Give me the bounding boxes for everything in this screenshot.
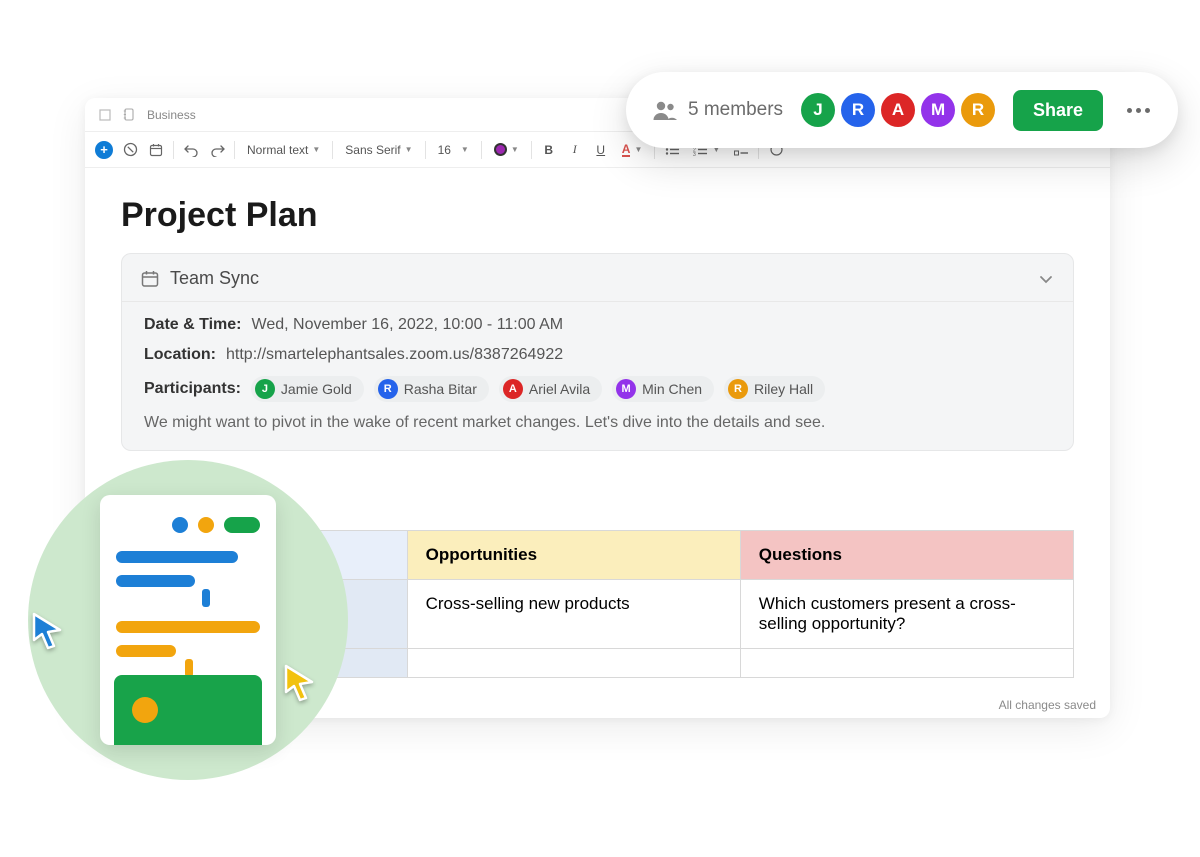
calendar-icon bbox=[140, 269, 160, 289]
avatar: R bbox=[728, 379, 748, 399]
avatar[interactable]: A bbox=[881, 93, 915, 127]
underline-button[interactable]: U bbox=[592, 139, 610, 161]
cursor-icon bbox=[28, 610, 66, 648]
date-label: Date & Time: bbox=[144, 316, 242, 334]
decorative-badge bbox=[28, 460, 348, 780]
breadcrumb-notebook[interactable]: Business bbox=[147, 108, 196, 122]
participant-chip[interactable]: AAriel Avila bbox=[499, 376, 602, 402]
avatar-row: J R A M R bbox=[801, 93, 995, 127]
members-count: 5 members bbox=[688, 99, 783, 121]
redo-icon[interactable] bbox=[208, 139, 226, 161]
cell-questions[interactable]: Which customers present a cross-selling … bbox=[740, 580, 1073, 649]
italic-button[interactable]: I bbox=[566, 139, 584, 161]
avatar: A bbox=[503, 379, 523, 399]
text-color-select[interactable]: ▼ bbox=[490, 143, 523, 156]
avatar[interactable]: M bbox=[921, 93, 955, 127]
avatar[interactable]: J bbox=[801, 93, 835, 127]
paragraph-style-select[interactable]: Normal text▼ bbox=[243, 143, 324, 157]
cursor-icon bbox=[280, 662, 318, 700]
svg-text:3: 3 bbox=[693, 152, 696, 156]
font-family-select[interactable]: Sans Serif▼ bbox=[341, 143, 416, 157]
participant-chip[interactable]: RRiley Hall bbox=[724, 376, 825, 402]
people-icon bbox=[652, 99, 678, 121]
avatar[interactable]: R bbox=[961, 93, 995, 127]
participant-chip[interactable]: JJamie Gold bbox=[251, 376, 364, 402]
avatar[interactable]: R bbox=[841, 93, 875, 127]
location-label: Location: bbox=[144, 346, 216, 364]
event-title[interactable]: Team Sync bbox=[170, 268, 259, 289]
save-status: All changes saved bbox=[999, 698, 1096, 712]
date-value: Wed, November 16, 2022, 10:00 - 11:00 AM bbox=[252, 316, 564, 334]
notebook-icon bbox=[123, 108, 137, 122]
event-note[interactable]: We might want to pivot in the wake of re… bbox=[144, 414, 1051, 432]
bold-button[interactable]: B bbox=[540, 139, 558, 161]
font-size-select[interactable]: 16▼ bbox=[434, 143, 473, 157]
share-button[interactable]: Share bbox=[1013, 90, 1103, 131]
more-options-icon[interactable] bbox=[1121, 102, 1156, 119]
table-header-opportunities[interactable]: Opportunities bbox=[407, 531, 740, 580]
event-card: Team Sync Date & Time: Wed, November 16,… bbox=[121, 253, 1074, 451]
participant-chip[interactable]: RRasha Bitar bbox=[374, 376, 489, 402]
insert-button[interactable]: + bbox=[95, 141, 113, 159]
cell-questions[interactable] bbox=[740, 649, 1073, 678]
decorative-doc-icon bbox=[100, 495, 276, 745]
avatar: M bbox=[616, 379, 636, 399]
share-pill: 5 members J R A M R Share bbox=[626, 72, 1178, 148]
avatar: J bbox=[255, 379, 275, 399]
table-header-questions[interactable]: Questions bbox=[740, 531, 1073, 580]
cell-opportunities[interactable]: Cross-selling new products bbox=[407, 580, 740, 649]
participant-chip[interactable]: MMin Chen bbox=[612, 376, 714, 402]
task-icon[interactable] bbox=[121, 139, 139, 161]
expand-icon[interactable] bbox=[99, 108, 113, 122]
undo-icon[interactable] bbox=[182, 139, 200, 161]
highlight-select[interactable]: A▼ bbox=[618, 143, 647, 157]
location-value[interactable]: http://smartelephantsales.zoom.us/838726… bbox=[226, 346, 563, 364]
cell-opportunities[interactable] bbox=[407, 649, 740, 678]
calendar-icon[interactable] bbox=[147, 139, 165, 161]
document-title[interactable]: Project Plan bbox=[121, 196, 1074, 235]
avatar: R bbox=[378, 379, 398, 399]
participants-label: Participants: bbox=[144, 380, 241, 398]
chevron-down-icon[interactable] bbox=[1037, 270, 1055, 288]
